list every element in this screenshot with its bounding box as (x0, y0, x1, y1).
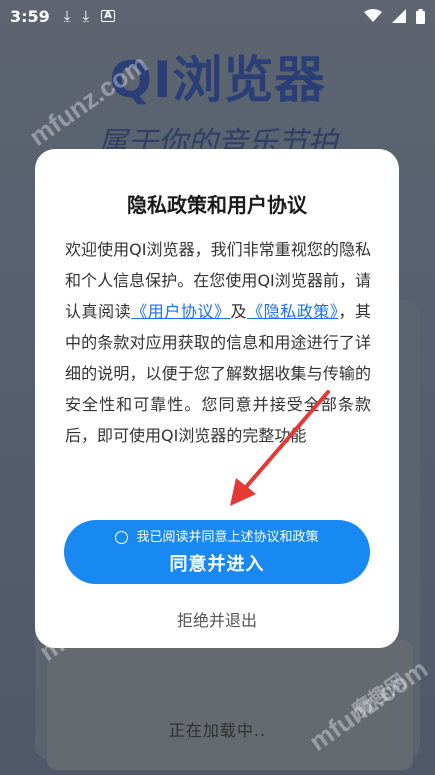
battery-icon (416, 8, 425, 24)
status-bar: 3:59 ⤓ ⤓ A (0, 0, 435, 32)
download-icon: ⤓ (63, 6, 71, 25)
download-icon: ⤓ (82, 6, 90, 25)
annotation-arrow (230, 390, 330, 506)
signal-icon (392, 9, 406, 23)
a-box-icon: A (101, 10, 115, 22)
wifi-icon (364, 9, 382, 22)
status-time: 3:59 (10, 6, 50, 26)
